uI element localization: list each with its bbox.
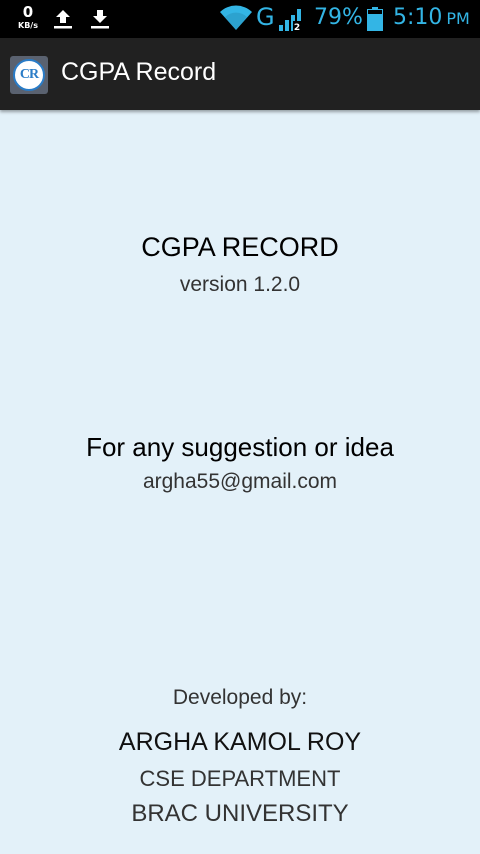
- status-bar: 0 KB/s G 2 79% 5:10 PM: [0, 0, 480, 38]
- battery-icon: [367, 7, 383, 31]
- signal-icon: 2: [279, 9, 301, 32]
- app-title: CGPA Record: [61, 58, 217, 86]
- developer-university: BRAC UNIVERSITY: [131, 800, 349, 827]
- version-text: version 1.2.0: [179, 273, 301, 296]
- developed-by-label: Developed by:: [172, 686, 308, 709]
- clock-ampm: PM: [446, 9, 470, 28]
- developer-name: ARGHA KAMOL ROY: [118, 728, 362, 756]
- network-speed-indicator: 0 KB/s: [14, 5, 42, 30]
- clock: 5:10 PM: [393, 5, 470, 30]
- upload-icon: [54, 10, 72, 29]
- wifi-icon: [220, 5, 252, 30]
- download-icon: [91, 10, 109, 29]
- network-speed-value: 0: [22, 3, 34, 21]
- contact-email[interactable]: argha55@gmail.com: [0, 470, 480, 494]
- suggestion-heading: For any suggestion or idea: [86, 432, 394, 462]
- app-logo-text: CR: [13, 59, 45, 91]
- battery-percentage: 79%: [314, 5, 363, 30]
- action-bar: CR CGPA Record: [0, 38, 480, 110]
- clock-time: 5:10: [393, 5, 443, 30]
- network-speed-unit: KB/s: [18, 21, 38, 30]
- app-logo-icon[interactable]: CR: [10, 56, 48, 94]
- app-name-heading: CGPA RECORD: [141, 232, 339, 262]
- about-content: CGPA RECORD version 1.2.0 For any sugges…: [0, 110, 480, 854]
- network-type: G: [256, 3, 275, 31]
- developer-department: CSE DEPARTMENT: [139, 766, 341, 791]
- signal-sub-label: 2: [294, 23, 300, 32]
